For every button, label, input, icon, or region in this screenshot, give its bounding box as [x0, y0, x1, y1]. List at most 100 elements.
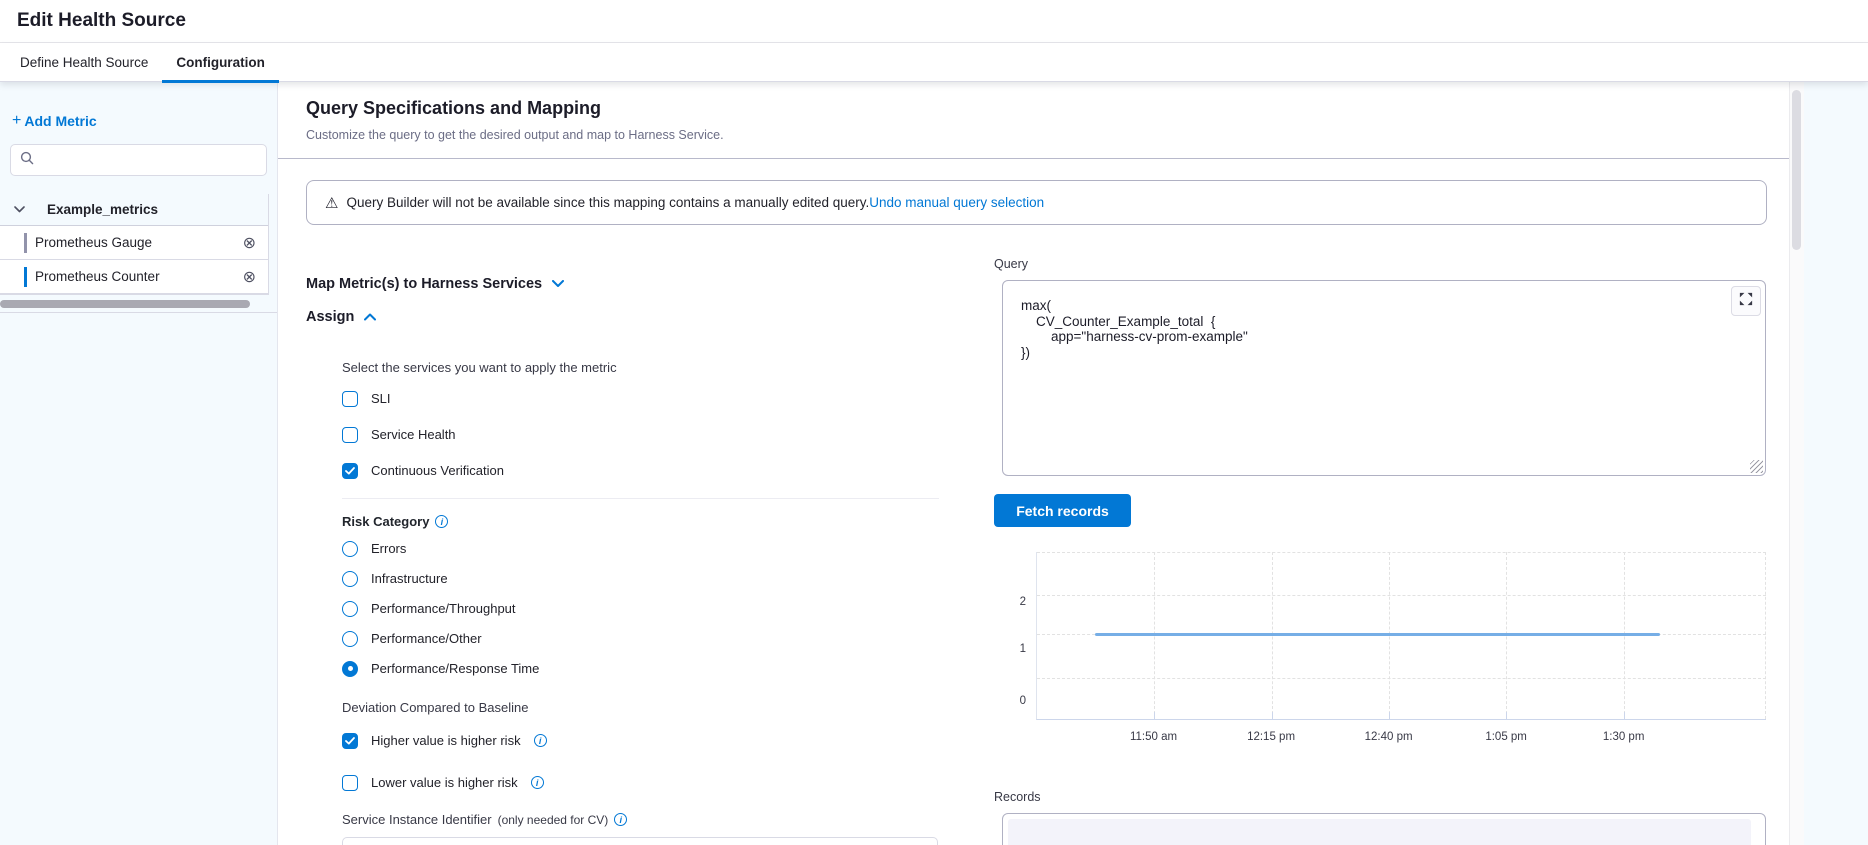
plus-icon: + [12, 112, 21, 130]
records-content [1008, 819, 1751, 845]
info-icon[interactable]: i [534, 734, 547, 747]
metric-group-example-metrics[interactable]: Example_metrics [0, 194, 268, 226]
checkbox-row-lower-value[interactable]: Lower value is higher risk i [342, 772, 939, 793]
chevron-down-icon [552, 280, 564, 288]
x-tick [1154, 712, 1155, 719]
undo-manual-query-link[interactable]: Undo manual query selection [869, 195, 1044, 210]
add-metric-label: Add Metric [24, 113, 96, 129]
x-tick-label: 1:05 pm [1485, 731, 1527, 743]
add-metric-button[interactable]: + Add Metric [12, 112, 277, 130]
checkbox-unchecked[interactable] [342, 775, 358, 791]
mapping-column: Map Metric(s) to Harness Services Assign [306, 257, 994, 845]
radio-unselected[interactable] [342, 601, 358, 617]
gridline [1037, 678, 1766, 679]
section-subheading: Customize the query to get the desired o… [306, 128, 1767, 142]
records-scrollbar[interactable] [1754, 819, 1762, 845]
chart-x-axis-labels: 11:50 am 12:15 pm 12:40 pm 1:05 pm 1:30 … [1036, 727, 1766, 749]
tab-label: Configuration [176, 55, 264, 70]
resize-handle[interactable] [1750, 460, 1763, 473]
metric-search-box[interactable] [10, 144, 267, 176]
info-icon[interactable]: i [435, 515, 448, 528]
page-title: Edit Health Source [17, 10, 186, 32]
fetch-records-button[interactable]: Fetch records [994, 494, 1131, 527]
radio-row-infrastructure[interactable]: Infrastructure [342, 568, 939, 589]
page-vertical-scrollbar[interactable] [1789, 82, 1804, 845]
x-tick [1624, 712, 1625, 719]
assign-title: Assign [306, 309, 354, 325]
warning-text: Query Builder will not be available sinc… [346, 195, 1044, 210]
map-metrics-title: Map Metric(s) to Harness Services [306, 276, 542, 292]
configuration-panel: Query Specifications and Mapping Customi… [278, 82, 1789, 845]
query-column: Query max( CV_Counter_Example_total { ap… [994, 257, 1766, 845]
checkbox-checked[interactable] [342, 733, 358, 749]
scrollbar-thumb[interactable] [1792, 90, 1801, 250]
info-icon[interactable]: i [614, 813, 627, 826]
y-tick-label: 2 [1020, 596, 1026, 608]
query-text[interactable]: max( CV_Counter_Example_total { app="har… [1003, 281, 1765, 377]
records-panel [1002, 813, 1766, 845]
radio-unselected[interactable] [342, 541, 358, 557]
gridline [1765, 552, 1766, 719]
tab-bar: Define Health Source Configuration [0, 43, 1868, 82]
service-instance-identifier-label: Service Instance Identifier (only needed… [342, 812, 939, 827]
query-label: Query [994, 257, 1766, 271]
metric-item-label: Prometheus Gauge [35, 235, 243, 250]
sidebar-horizontal-scrollbar[interactable] [0, 300, 250, 308]
radio-row-errors[interactable]: Errors [342, 538, 939, 559]
gridline [1037, 552, 1766, 553]
metric-item-label: Prometheus Counter [35, 269, 243, 284]
checkbox-checked[interactable] [342, 463, 358, 479]
metric-item-prometheus-counter[interactable]: Prometheus Counter ⊗ [0, 260, 268, 294]
checkbox-unchecked[interactable] [342, 427, 358, 443]
section-heading: Query Specifications and Mapping [306, 98, 1767, 119]
query-builder-warning-banner: ⚠ Query Builder will not be available si… [306, 180, 1767, 225]
checkbox-row-sli[interactable]: SLI [342, 388, 939, 409]
y-tick-label: 0 [1020, 695, 1026, 707]
y-tick-label: 1 [1020, 643, 1026, 655]
checkbox-row-service-health[interactable]: Service Health [342, 424, 939, 445]
assign-section-toggle[interactable]: Assign [306, 309, 994, 325]
radio-row-performance-response-time[interactable]: Performance/Response Time [342, 658, 939, 679]
remove-metric-icon[interactable]: ⊗ [243, 233, 256, 253]
remove-metric-icon[interactable]: ⊗ [243, 267, 256, 287]
records-label: Records [994, 790, 1766, 804]
window-title-bar: Edit Health Source [0, 0, 1868, 43]
chart-series-line [1095, 633, 1660, 636]
warning-icon: ⚠ [325, 194, 338, 212]
x-tick-label: 12:15 pm [1247, 731, 1295, 743]
chevron-down-icon [14, 206, 25, 213]
search-icon [20, 151, 34, 170]
radio-unselected[interactable] [342, 571, 358, 587]
risk-category-label: Risk Category i [342, 514, 939, 529]
info-icon[interactable]: i [531, 776, 544, 789]
divider [342, 498, 939, 499]
metric-list: Example_metrics Prometheus Gauge ⊗ Prome… [0, 194, 269, 295]
map-metrics-section-toggle[interactable]: Map Metric(s) to Harness Services [306, 276, 994, 292]
services-select-label: Select the services you want to apply th… [342, 360, 939, 375]
service-instance-select[interactable]: app [342, 837, 938, 845]
checkbox-row-continuous-verification[interactable]: Continuous Verification [342, 460, 939, 481]
metric-status-bar [24, 233, 27, 253]
checkbox-unchecked[interactable] [342, 391, 358, 407]
header-divider [278, 158, 1789, 159]
metric-group-name: Example_metrics [47, 202, 158, 217]
gridline [1037, 595, 1766, 596]
tab-define-health-source[interactable]: Define Health Source [6, 43, 162, 81]
x-tick-label: 1:30 pm [1603, 731, 1645, 743]
chart-y-axis-labels: 2 1 0 [994, 552, 1036, 749]
search-input[interactable] [41, 153, 257, 168]
radio-unselected[interactable] [342, 631, 358, 647]
x-tick [1272, 712, 1273, 719]
radio-selected[interactable] [342, 661, 358, 677]
checkbox-row-higher-value[interactable]: Higher value is higher risk i [342, 730, 939, 751]
metric-item-prometheus-gauge[interactable]: Prometheus Gauge ⊗ [0, 226, 268, 260]
metrics-sidebar: + Add Metric Example_metrics [0, 82, 278, 845]
expand-query-button[interactable] [1731, 286, 1761, 316]
metric-status-bar [24, 267, 27, 287]
chart-plot-area [1036, 552, 1766, 720]
x-tick [1506, 712, 1507, 719]
radio-row-performance-throughput[interactable]: Performance/Throughput [342, 598, 939, 619]
query-editor[interactable]: max( CV_Counter_Example_total { app="har… [1002, 280, 1766, 476]
tab-configuration[interactable]: Configuration [162, 43, 278, 81]
radio-row-performance-other[interactable]: Performance/Other [342, 628, 939, 649]
